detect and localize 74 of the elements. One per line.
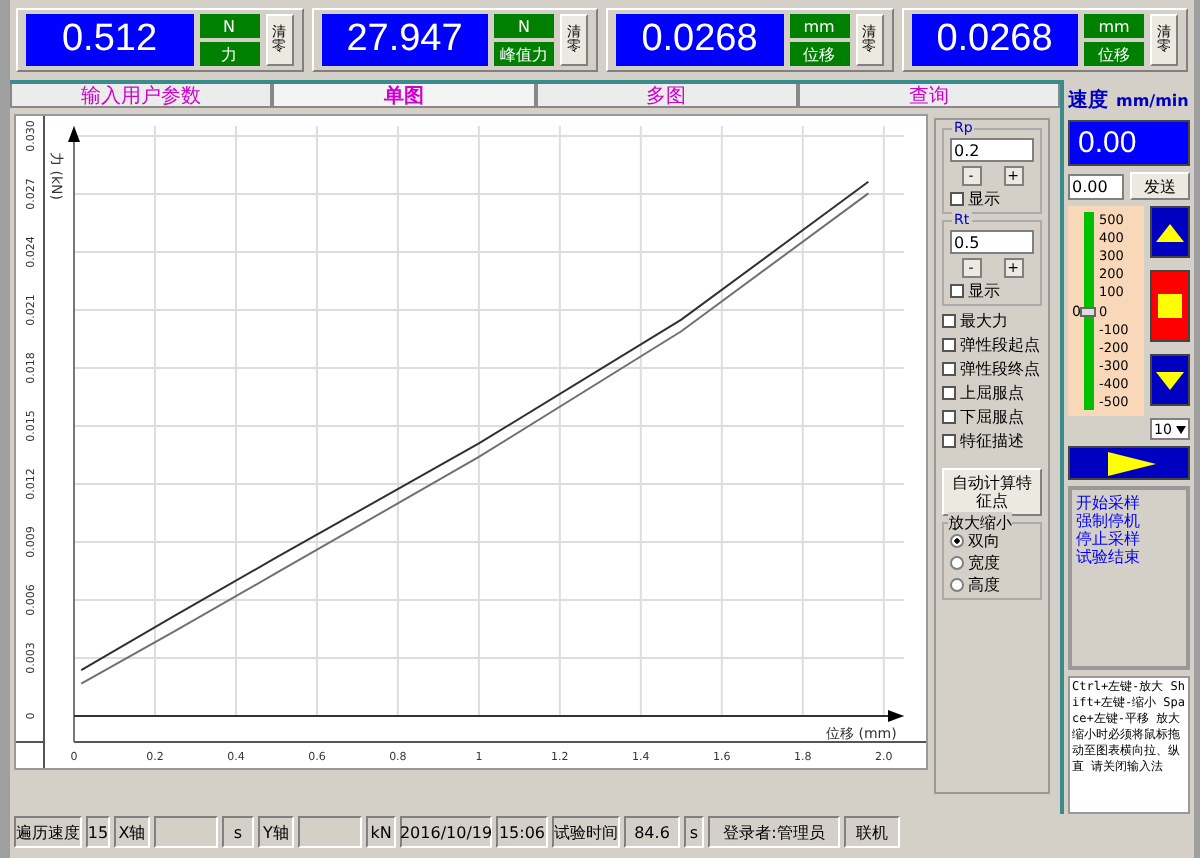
readout-label: 位移 — [1084, 42, 1144, 66]
checkbox[interactable] — [942, 386, 956, 400]
readout-value: 27.947 — [321, 14, 488, 66]
status-text: 84.6 — [624, 816, 680, 848]
status-text: X轴 — [114, 816, 150, 848]
down-button[interactable] — [1150, 354, 1190, 407]
status-text: Y轴 — [258, 816, 294, 848]
checkbox-label: 弹性段起点 — [960, 336, 1040, 354]
status-text: 试验时间 — [552, 816, 620, 848]
status-text: kN — [366, 816, 396, 848]
param-input[interactable]: 0.2 — [950, 138, 1034, 162]
readout-label: 峰值力 — [494, 42, 554, 66]
send-button[interactable]: 发送 — [1130, 172, 1190, 201]
stop-button[interactable] — [1150, 270, 1190, 343]
status-text: 15:06 — [496, 816, 548, 848]
readout-label: 力 — [199, 42, 259, 66]
status-cell — [298, 816, 362, 848]
checkbox[interactable] — [950, 284, 964, 298]
status-text: 联机 — [844, 816, 900, 848]
radio-button[interactable] — [950, 556, 964, 570]
dropdown-arrow-icon — [1176, 425, 1186, 434]
checkbox[interactable] — [942, 410, 956, 424]
radio-button[interactable] — [950, 534, 964, 548]
radio-label: 双向 — [968, 532, 1000, 550]
speed-input[interactable]: 0.00 — [1068, 173, 1124, 200]
checkbox-label: 最大力 — [960, 312, 1008, 330]
checkbox-label: 下屈服点 — [960, 408, 1024, 426]
radio-label: 高度 — [968, 576, 1000, 594]
slider-thumb[interactable] — [1080, 306, 1097, 317]
checkbox[interactable] — [942, 434, 956, 448]
tab[interactable]: 查询 — [797, 84, 1060, 108]
readout-value: 0.512 — [26, 14, 193, 66]
unit-label: N — [199, 14, 259, 38]
tab[interactable]: 多图 — [535, 84, 798, 108]
action-item[interactable]: 开始采样 — [1076, 494, 1182, 513]
radio-button[interactable] — [950, 578, 964, 592]
checkbox-label: 弹性段终点 — [960, 360, 1040, 378]
radio-label: 宽度 — [968, 554, 1000, 572]
checkbox-label: 显示 — [968, 190, 1000, 208]
status-text: s — [684, 816, 704, 848]
checkbox-label: 显示 — [968, 282, 1000, 300]
checkbox[interactable] — [950, 192, 964, 206]
status-text: 遍历速度 — [14, 816, 82, 848]
status-cell — [154, 816, 218, 848]
up-button[interactable] — [1150, 206, 1190, 259]
group-legend: 放大缩小 — [948, 512, 1012, 534]
slider-track[interactable] — [1084, 212, 1095, 411]
tab[interactable]: 单图 — [272, 84, 535, 108]
speed-title: 速度 — [1068, 86, 1108, 114]
checkbox[interactable] — [942, 362, 956, 376]
checkbox-label: 特征描述 — [960, 432, 1024, 450]
speed-display: 0.00 — [1068, 120, 1190, 167]
checkbox[interactable] — [942, 338, 956, 352]
checkbox[interactable] — [942, 314, 956, 328]
param-input[interactable]: 0.5 — [950, 230, 1034, 254]
readout-value: 0.0268 — [911, 14, 1078, 66]
readout-value: 0.0268 — [616, 14, 783, 66]
speed-unit: mm/min — [1116, 92, 1189, 110]
auto-calc-button[interactable]: 自动计算特征点 — [942, 468, 1042, 516]
square-icon — [1158, 294, 1182, 319]
unit-label: mm — [789, 14, 849, 38]
status-text: s — [222, 816, 254, 848]
status-text: 15 — [86, 816, 110, 848]
status-text: 登录者:管理员 — [708, 816, 840, 848]
start-button[interactable] — [1068, 446, 1190, 481]
tab[interactable]: 输入用户参数 — [10, 84, 273, 108]
action-item[interactable]: 试验结束 — [1076, 548, 1182, 567]
readout-label: 位移 — [789, 42, 849, 66]
unit-label: N — [494, 14, 554, 38]
action-item[interactable]: 停止采样 — [1076, 530, 1182, 549]
status-text: 2016/10/19 — [400, 816, 492, 848]
action-item[interactable]: 强制停机 — [1076, 512, 1182, 531]
unit-label: mm — [1084, 14, 1144, 38]
checkbox-label: 上屈服点 — [960, 384, 1024, 402]
